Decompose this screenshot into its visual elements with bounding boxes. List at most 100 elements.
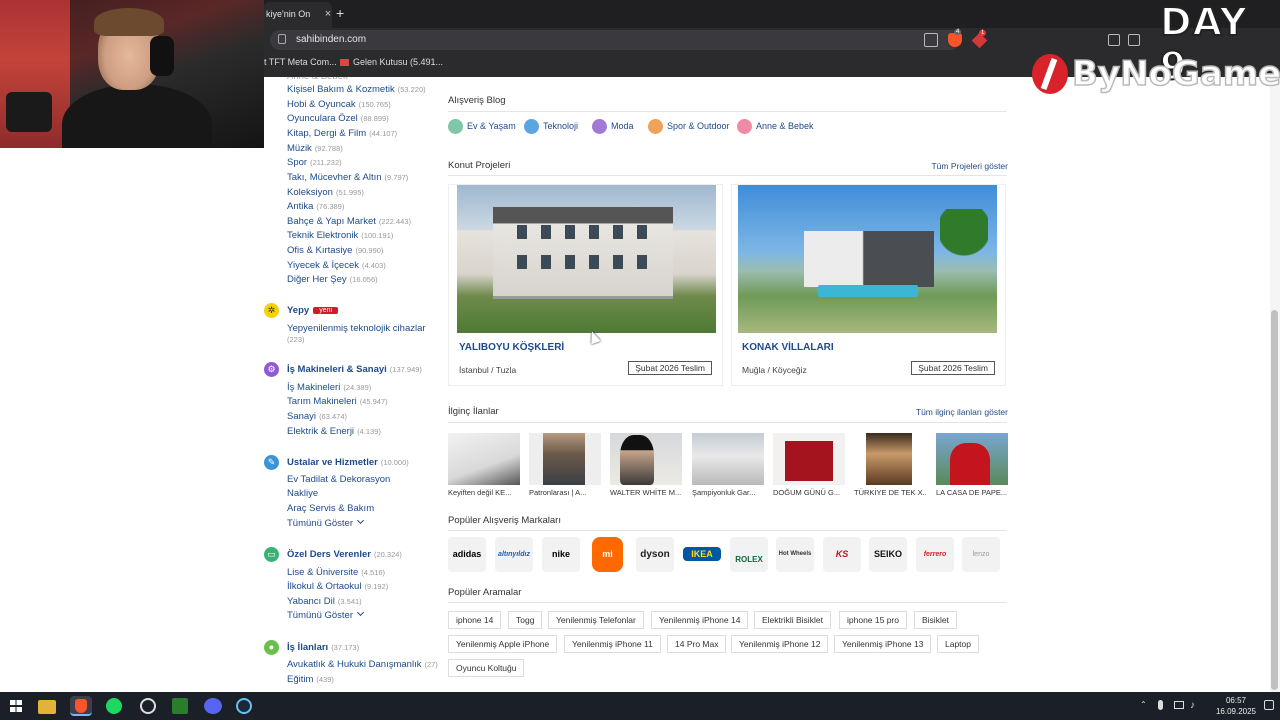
- search-tag[interactable]: Yenilenmiş Telefonlar: [548, 611, 644, 629]
- category-link[interactable]: Tarım Makineleri (45.947): [287, 396, 388, 407]
- search-tag[interactable]: Laptop: [937, 635, 979, 653]
- listing-caption[interactable]: LA CASA DE PAPE...: [936, 488, 1008, 497]
- project-image[interactable]: [738, 185, 997, 333]
- category-link[interactable]: Ev Tadilat & Dekorasyon: [287, 474, 390, 485]
- category-link[interactable]: Takı, Mücevher & Altın (9.797): [287, 172, 408, 183]
- site-info-icon[interactable]: [278, 34, 286, 44]
- category-link[interactable]: İlkokul & Ortaokul (9.192): [287, 581, 388, 592]
- listing-thumbnail[interactable]: [854, 433, 926, 485]
- project-card[interactable]: KONAK VİLLALARI Muğla / Köyceğiz Şubat 2…: [731, 184, 1006, 386]
- scrollbar-thumb[interactable]: [1271, 310, 1278, 690]
- section-title-services[interactable]: Ustalar ve Hizmetler (10.000): [287, 457, 409, 468]
- category-link[interactable]: Yiyecek & İçecek (4.403): [287, 260, 386, 271]
- brand-logo[interactable]: KS: [823, 537, 861, 572]
- brand-logo[interactable]: adidas: [448, 537, 486, 572]
- category-link[interactable]: Yabancı Dil (3.541): [287, 596, 362, 607]
- category-link[interactable]: Teknik Elektronik (100.191): [287, 230, 393, 241]
- windows-start-icon[interactable]: [10, 700, 22, 712]
- search-tag[interactable]: Yenilenmiş iPhone 11: [564, 635, 661, 653]
- category-link[interactable]: Bahçe & Yapı Market (222.443): [287, 216, 411, 227]
- category-link[interactable]: Spor (211.232): [287, 157, 342, 168]
- network-icon[interactable]: [1174, 701, 1184, 709]
- brand-logo[interactable]: ROLEX: [730, 537, 768, 572]
- section-title-machinery[interactable]: İş Makineleri & Sanayi (137.949): [287, 364, 422, 375]
- project-name[interactable]: YALIBOYU KÖŞKLERİ: [459, 342, 564, 353]
- section-title-lessons[interactable]: Özel Ders Verenler (20.324): [287, 549, 402, 560]
- brand-logo[interactable]: lenzo: [962, 537, 1000, 572]
- listing-caption[interactable]: WALTER WHİTE M...: [610, 488, 682, 497]
- all-projects-link[interactable]: Tüm Projeleri göster: [931, 161, 1008, 171]
- spotify-icon[interactable]: [106, 698, 122, 714]
- category-link[interactable]: Eğitim (439): [287, 674, 334, 685]
- category-link[interactable]: Ofis & Kırtasiye (90.990): [287, 245, 383, 256]
- listing-thumbnail[interactable]: [448, 433, 520, 485]
- search-tag[interactable]: Yenilenmiş iPhone 12: [731, 635, 829, 653]
- project-image[interactable]: [457, 185, 716, 333]
- new-tab-button[interactable]: +: [336, 5, 344, 21]
- category-link[interactable]: Antika (76.389): [287, 201, 344, 212]
- listing-caption[interactable]: Keyiften değil KE...: [448, 488, 520, 497]
- tab-close-icon[interactable]: ×: [322, 2, 332, 26]
- all-interesting-link[interactable]: Tüm ilginç ilanları göster: [916, 407, 1008, 417]
- category-link[interactable]: Kişisel Bakım & Kozmetik (53.220): [287, 84, 426, 95]
- listing-caption[interactable]: Patronlarası | A...: [529, 488, 601, 497]
- listing-thumbnail[interactable]: [692, 433, 764, 485]
- app-icon[interactable]: [140, 698, 156, 714]
- search-tag[interactable]: Elektrikli Bisiklet: [754, 611, 831, 629]
- notification-icon[interactable]: [1264, 700, 1274, 710]
- file-explorer-icon[interactable]: [38, 700, 56, 714]
- volume-icon[interactable]: ♪: [1190, 700, 1195, 711]
- show-all-link[interactable]: Tümünü Göster: [287, 608, 365, 621]
- steam-icon[interactable]: [236, 698, 252, 714]
- brand-logo[interactable]: ferrero: [916, 537, 954, 572]
- interesting-item[interactable]: Patronlarası | A...: [529, 433, 601, 497]
- brand-logo[interactable]: SEIKO: [869, 537, 907, 572]
- search-tag[interactable]: Yenilenmiş iPhone 13: [834, 635, 932, 653]
- nvidia-icon[interactable]: [172, 698, 188, 714]
- blog-item-ev-yasam[interactable]: Ev & Yaşam: [448, 118, 516, 135]
- share-icon[interactable]: [924, 33, 938, 47]
- interesting-item[interactable]: DOĞUM GÜNÜ G...: [773, 433, 845, 497]
- blog-item-moda[interactable]: Moda: [592, 118, 634, 135]
- listing-caption[interactable]: DOĞUM GÜNÜ G...: [773, 488, 845, 497]
- listing-thumbnail[interactable]: [610, 433, 682, 485]
- category-link-partial[interactable]: Anne & Bebek: [287, 77, 348, 82]
- brave-taskbar-button[interactable]: [70, 696, 92, 716]
- brand-logo[interactable]: altınyıldız: [495, 537, 533, 572]
- category-link[interactable]: Nakliye: [287, 488, 318, 499]
- search-tag[interactable]: Oyuncu Koltuğu: [448, 659, 525, 677]
- brave-shields-icon[interactable]: [948, 33, 962, 47]
- category-link[interactable]: Oyunculara Özel (88.899): [287, 113, 389, 124]
- search-tag[interactable]: iphone 15 pro: [839, 611, 907, 629]
- listing-thumbnail[interactable]: [773, 433, 845, 485]
- category-link[interactable]: Hobi & Oyuncak (150.765): [287, 99, 391, 110]
- listing-caption[interactable]: Şampiyonluk Gar...: [692, 488, 764, 497]
- category-link[interactable]: Yepyenilenmiş teknolojik cihazlar: [287, 323, 426, 334]
- interesting-item[interactable]: WALTER WHİTE M...: [610, 433, 682, 497]
- tab-active[interactable]: kiye'nin On ×: [264, 2, 332, 28]
- interesting-item[interactable]: Keyiften değil KE...: [448, 433, 520, 497]
- project-card[interactable]: YALIBOYU KÖŞKLERİ İstanbul / Tuzla Şubat…: [448, 184, 723, 386]
- category-link[interactable]: Elektrik & Enerji (4.139): [287, 426, 381, 437]
- listing-caption[interactable]: TÜRKİYE DE TEK X...: [854, 488, 926, 497]
- blog-item-anne-bebek[interactable]: Anne & Bebek: [737, 118, 814, 135]
- bookmark-item[interactable]: t TFT Meta Com...: [264, 57, 337, 67]
- search-tag[interactable]: iphone 14: [448, 611, 502, 629]
- search-tag[interactable]: Togg: [508, 611, 543, 629]
- interesting-item[interactable]: TÜRKİYE DE TEK X...: [854, 433, 926, 497]
- section-title-yepy[interactable]: Yepy yeni: [287, 305, 339, 316]
- search-tag[interactable]: Yenilenmiş Apple iPhone: [448, 635, 558, 653]
- category-link[interactable]: Avukatlık & Hukuki Danışmanlık (27): [287, 659, 438, 670]
- extensions-icon[interactable]: [1108, 34, 1120, 46]
- brand-logo[interactable]: nike: [542, 537, 580, 572]
- brand-logo[interactable]: dyson: [636, 537, 674, 572]
- category-link[interactable]: Sanayi (63.474): [287, 411, 347, 422]
- chevron-up-icon[interactable]: ⌃: [1140, 700, 1147, 709]
- clock[interactable]: 06:57 16.09.2025: [1216, 695, 1256, 717]
- interesting-item[interactable]: LA CASA DE PAPE...: [936, 433, 1008, 497]
- listing-thumbnail[interactable]: [936, 433, 1008, 485]
- blog-item-teknoloji[interactable]: Teknoloji: [524, 118, 578, 135]
- category-link[interactable]: İş Makineleri (24.389): [287, 382, 371, 393]
- search-tag[interactable]: Bisiklet: [914, 611, 957, 629]
- address-bar[interactable]: sahibinden.com: [270, 30, 960, 50]
